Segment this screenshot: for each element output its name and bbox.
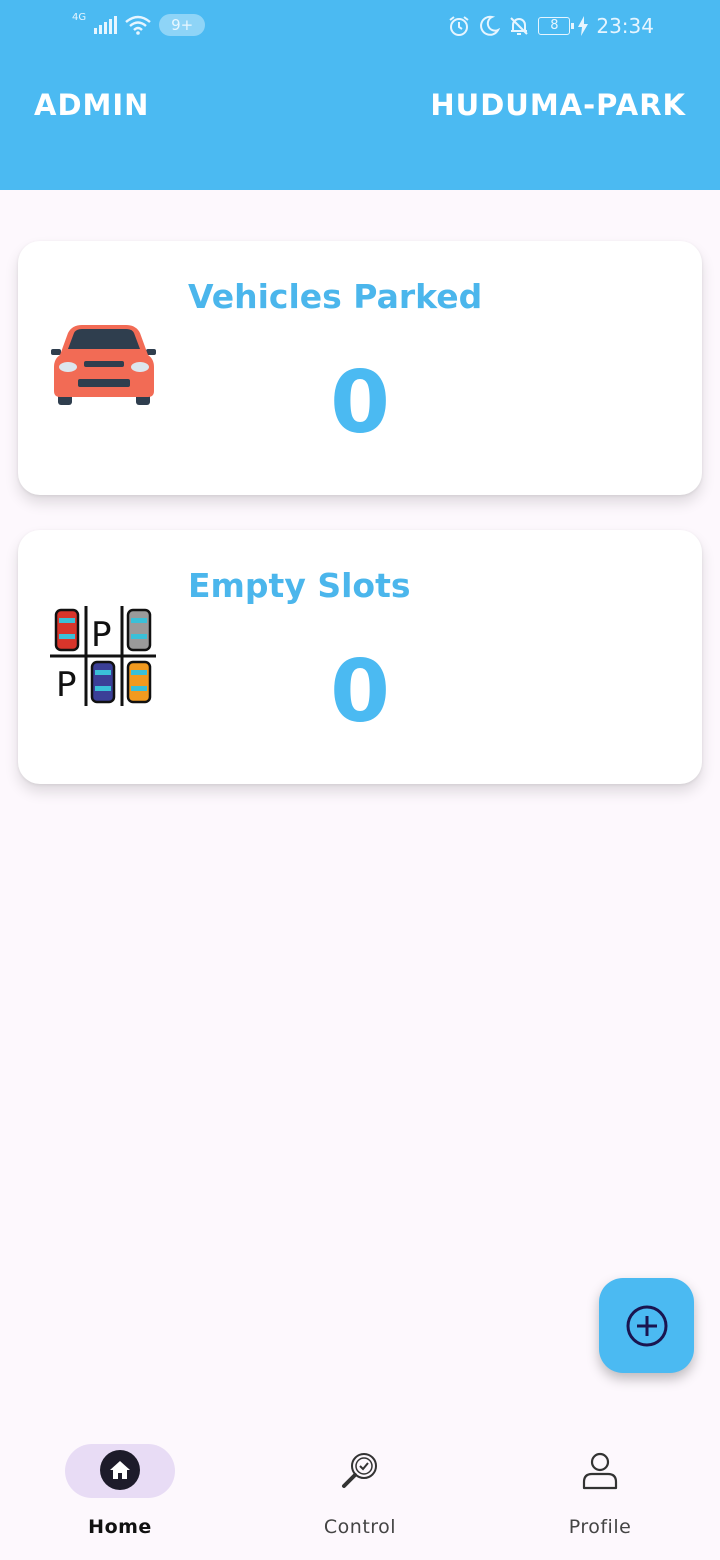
network-type: 4G bbox=[72, 11, 87, 23]
wifi-icon bbox=[125, 15, 151, 35]
search-check-icon bbox=[342, 1453, 377, 1488]
app-bar-right-title: HUDUMA-PARK bbox=[430, 88, 686, 122]
battery-icon: 8 bbox=[538, 17, 575, 35]
nav-label: Profile bbox=[568, 1516, 632, 1538]
app-bar: 4G 9+ 8 23:34 ADMIN HUDUMA-PARK bbox=[0, 0, 720, 190]
app-bar-left-title: ADMIN bbox=[34, 88, 150, 122]
nav-label: Control bbox=[323, 1516, 397, 1538]
nav-label: Home bbox=[88, 1516, 152, 1538]
nav-item-home[interactable]: Home bbox=[0, 1424, 240, 1560]
home-icon bbox=[100, 1450, 140, 1490]
add-circle-icon bbox=[626, 1305, 667, 1346]
bell-off-icon bbox=[510, 17, 529, 35]
charging-icon bbox=[578, 16, 589, 36]
bottom-navigation: Home Control Profile bbox=[0, 1424, 720, 1560]
person-icon bbox=[582, 1452, 618, 1490]
nav-item-profile[interactable]: Profile bbox=[480, 1424, 720, 1560]
moon-icon bbox=[480, 15, 501, 36]
vehicles-parked-count: 0 bbox=[330, 353, 390, 453]
card-label: Vehicles Parked bbox=[188, 277, 483, 316]
status-time: 23:34 bbox=[596, 14, 654, 38]
empty-slots-card[interactable]: P P Empty Slots 0 bbox=[18, 530, 702, 784]
add-button[interactable] bbox=[599, 1278, 694, 1373]
signal-icon bbox=[94, 16, 118, 34]
empty-slots-count: 0 bbox=[330, 642, 390, 742]
vehicles-parked-card[interactable]: Vehicles Parked 0 bbox=[18, 241, 702, 495]
card-label: Empty Slots bbox=[188, 566, 411, 605]
status-bar: 4G 9+ 8 23:34 bbox=[0, 12, 720, 44]
alarm-icon bbox=[449, 16, 469, 36]
notification-badge: 9+ bbox=[159, 14, 206, 36]
nav-item-control[interactable]: Control bbox=[240, 1424, 480, 1560]
